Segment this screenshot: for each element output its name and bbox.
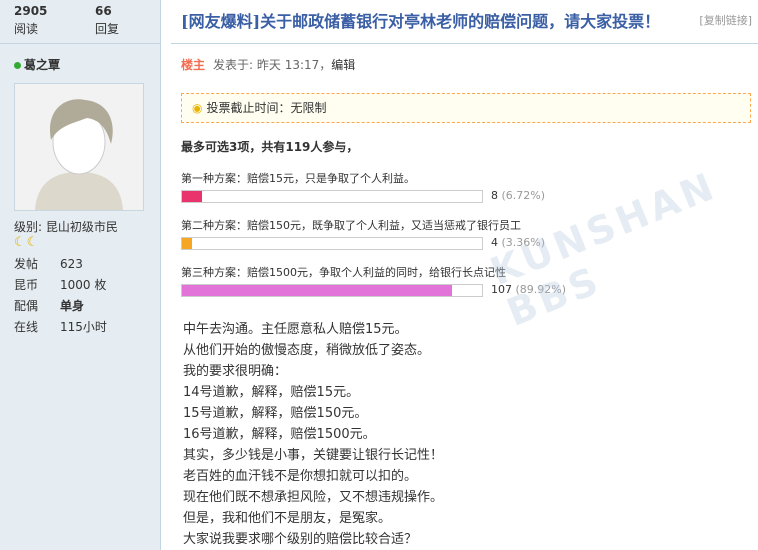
content-line: 16号道歉，解释，赔偿1500元。	[183, 427, 376, 442]
profile-row: 昆币 1000 枚	[14, 277, 107, 298]
post-content: 中午去沟通。主任愿意私人赔偿15元。从他们开始的傲慢态度，稍微放低了姿态。 我的要…	[183, 319, 443, 550]
profile-key: 配偶	[14, 299, 39, 313]
content-line: 我的要求很明确：	[183, 364, 288, 379]
poll-option-result: 8 (6.72%)	[491, 189, 545, 202]
op-badge: 楼主	[181, 58, 206, 72]
profile-row: 配偶 单身	[14, 298, 107, 319]
thread-stats: 2905 阅读 66 回复	[0, 0, 160, 44]
poll-option-percent: (6.72%)	[501, 189, 546, 202]
poll-deadline-text: 投票截止时间：无限制	[206, 101, 327, 115]
views-stat: 2905 阅读	[14, 4, 47, 37]
profile-row: 在线 115小时	[14, 319, 107, 340]
content-line: 但是，我和他们不是朋友，是冤家。	[183, 511, 392, 526]
views-label: 阅读	[14, 22, 39, 36]
author-name[interactable]: 葛之覃	[24, 58, 60, 72]
edit-link[interactable]: 编辑	[331, 58, 355, 72]
lightbulb-icon: ◉	[192, 101, 203, 115]
poll-option-count: 8	[491, 189, 498, 202]
user-level: 级别: 昆山初级市民	[14, 220, 118, 234]
poll-option-label: 第二种方案：赔偿150元，既争取了个人利益，又适当惩戒了银行员工	[181, 219, 521, 232]
poll-option-fill	[182, 285, 452, 296]
profile-value: 115小时	[60, 320, 107, 334]
views-count: 2905	[14, 4, 48, 18]
post-main: [网友爆料]关于邮政储蓄银行对亭林老师的赔偿问题，请大家投票！ [复制链接] 楼…	[161, 0, 758, 550]
content-line: 中午去沟通。主任愿意私人赔偿15元。	[183, 322, 408, 337]
content-line: 14号道歉，解释，赔偿15元。	[183, 385, 360, 400]
profile-value: 623	[60, 257, 83, 271]
profile-key: 发帖	[14, 257, 39, 271]
author-sidebar: 2905 阅读 66 回复 葛之覃 级别: 昆山初级市民 ☾☾ 发帖 623 昆币 1…	[0, 0, 161, 550]
profile-key: 在线	[14, 320, 39, 334]
poll-option-fill	[182, 238, 193, 249]
replies-stat: 66 回复	[95, 4, 119, 37]
avatar-image	[15, 84, 143, 210]
content-line: 15号道歉，解释，赔偿150元。	[183, 406, 368, 421]
copy-link-button[interactable]: [复制链接]	[699, 12, 752, 28]
poll-summary: 最多可选3项，共有119人参与，	[181, 140, 359, 154]
header-divider	[171, 43, 758, 44]
poll-option-bar	[181, 284, 483, 297]
content-line: 老百姓的血汗钱不是你想扣就可以扣的。	[183, 469, 418, 484]
online-status-icon	[14, 62, 21, 69]
poll-deadline: ◉ 投票截止时间：无限制	[181, 93, 751, 123]
post-meta: 楼主 发表于: 昨天 13:17，编辑	[181, 56, 355, 73]
profile-row: 发帖 623	[14, 256, 107, 277]
post-time: 发表于: 昨天 13:17，	[213, 58, 332, 72]
author-name-link[interactable]: 葛之覃	[14, 56, 60, 73]
poll-option-bar	[181, 190, 483, 203]
content-line: 现在他们既不想承担风险，又不想违规操作。	[183, 490, 444, 505]
profile-value: 1000 枚	[60, 278, 107, 292]
content-line: 其实，多少钱是小事，关键要让银行长记性！	[183, 448, 444, 463]
poll-option-bar	[181, 237, 483, 250]
poll-option-label: 第一种方案：赔偿15元，只是争取了个人利益。	[181, 172, 415, 185]
profile-value: 单身	[60, 299, 85, 313]
profile-key: 昆币	[14, 278, 39, 292]
content-line: 大家说我要求哪个级别的赔偿比较合适？	[183, 532, 418, 547]
poll-option-fill	[182, 191, 203, 202]
replies-count: 66	[95, 4, 112, 18]
thread-title: [网友爆料]关于邮政储蓄银行对亭林老师的赔偿问题，请大家投票！	[181, 12, 661, 31]
rank-moon-icon: ☾☾	[14, 235, 40, 250]
poll-option-label: 第三种方案：赔偿1500元，争取个人利益的同时，给银行长点记性	[181, 266, 506, 279]
replies-label: 回复	[95, 22, 120, 36]
watermark: KUNSHAN BBS	[484, 163, 724, 335]
content-line: 从他们开始的傲慢态度，稍微放低了姿态。	[183, 343, 431, 358]
avatar[interactable]	[14, 83, 144, 211]
profile-list: 发帖 623 昆币 1000 枚配偶 单身在线 115小时	[14, 256, 107, 340]
